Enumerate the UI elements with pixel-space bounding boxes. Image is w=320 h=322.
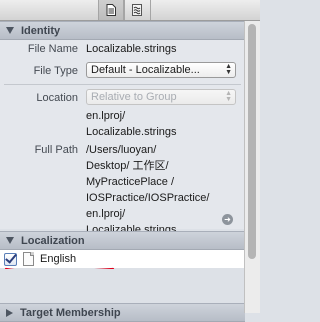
localization-section-title: Localization	[21, 234, 85, 247]
scrollbar-thumb[interactable]	[248, 24, 256, 259]
disclosure-expanded-icon	[6, 27, 14, 34]
english-checkbox[interactable]	[4, 252, 17, 266]
file-type-popup[interactable]: Default - Localizable... ▲ ▼	[86, 62, 236, 78]
location-popup: Relative to Group ▲ ▼	[86, 89, 236, 105]
file-type-label: File Type	[33, 65, 78, 77]
localization-panel-spacer	[0, 269, 245, 302]
location-value: Relative to Group	[91, 91, 177, 103]
identity-panel: File Name Localizable.strings File Type …	[0, 40, 245, 236]
inspector-toolbar	[0, 0, 260, 21]
file-inspector-icon	[106, 4, 116, 16]
file-name-value: Localizable.strings	[86, 43, 177, 55]
popup-arrows-icon: ▲ ▼	[225, 90, 232, 103]
popup-arrows-icon: ▲ ▼	[225, 63, 232, 76]
localization-section-header[interactable]: Localization	[0, 231, 245, 250]
file-type-value: Default - Localizable...	[91, 64, 200, 76]
inspector-scrollbar[interactable]	[244, 21, 260, 313]
file-icon	[23, 252, 34, 266]
identity-divider	[4, 84, 241, 85]
disclosure-expanded-icon	[6, 237, 14, 244]
location-path: en.lproj/ Localizable.strings	[86, 110, 177, 138]
file-inspector-tab[interactable]	[98, 0, 124, 20]
location-label: Location	[36, 92, 78, 104]
identity-section-header[interactable]: Identity	[0, 21, 245, 40]
quick-help-tab[interactable]	[124, 0, 149, 20]
identity-section-title: Identity	[21, 24, 61, 37]
reveal-in-finder-icon[interactable]: ➜	[222, 214, 233, 225]
file-name-label: File Name	[27, 43, 78, 55]
full-path-value: /Users/luoyan/ Desktop/ 工作区/ MyPracticeP…	[86, 144, 210, 236]
full-path-label: Full Path	[34, 144, 78, 156]
localization-language-label: English	[40, 253, 77, 265]
quick-help-icon	[132, 4, 142, 16]
toolbar-spacer	[150, 0, 175, 20]
